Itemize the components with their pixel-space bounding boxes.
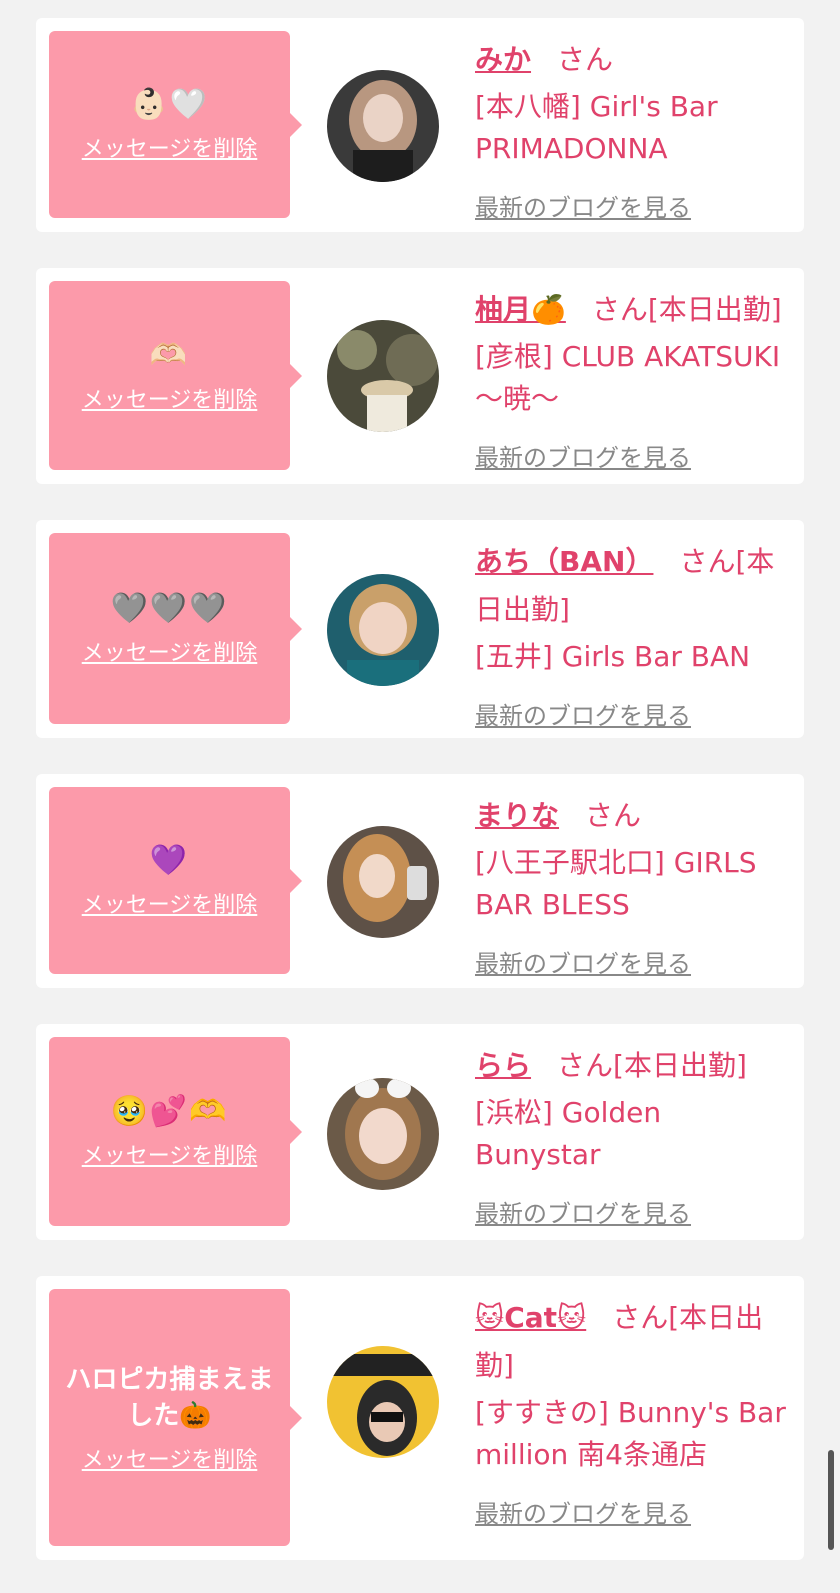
latest-blog-link[interactable]: 最新のブログを見る [475, 696, 691, 731]
cast-info: らら さん[本日出勤] [浜松] Golden Bunystar 最新のブログを見… [475, 1042, 795, 1229]
latest-blog-link[interactable]: 最新のブログを見る [475, 944, 691, 979]
cast-info: 🐱Cat🐱 さん[本日出勤] [すすきの] Bunny's Bar million… [475, 1294, 795, 1529]
honorific: さん[本日出勤] [591, 293, 782, 326]
name-line: 柚月🍊 さん[本日出勤] [475, 286, 795, 334]
avatar[interactable] [327, 1346, 439, 1458]
shop-name: [五井] Girls Bar BAN [475, 640, 751, 673]
name-line: みか さん [475, 36, 795, 84]
cast-info: 柚月🍊 さん[本日出勤] [彦根] CLUB AKATSUKI 〜暁〜 最新のブロ… [475, 286, 795, 473]
cast-name-link[interactable]: 柚月🍊 [475, 293, 566, 326]
cast-name-link[interactable]: みか [475, 43, 531, 76]
delete-message-link[interactable]: メッセージを削除 [82, 131, 258, 163]
name-line: 🐱Cat🐱 さん[本日出勤] [475, 1294, 795, 1390]
message-bubble: 🫶🏻 メッセージを削除 [49, 281, 302, 470]
message-card: 🩶🩶🩶 メッセージを削除 あち（BAN） さん[本日出勤] [五井] Girls … [36, 520, 804, 738]
name-line: まりな さん [475, 792, 795, 840]
cast-name-link[interactable]: 🐱Cat🐱 [475, 1301, 586, 1334]
name-line: らら さん[本日出勤] [475, 1042, 795, 1090]
cast-name-link[interactable]: あち（BAN） [475, 545, 653, 578]
honorific: さん [585, 799, 642, 832]
message-card: 🫶🏻 メッセージを削除 柚月🍊 さん[本日出勤] [彦根] CLUB AKATSU… [36, 268, 804, 484]
cast-info: あち（BAN） さん[本日出勤] [五井] Girls Bar BAN 最新のブロ… [475, 538, 795, 731]
shop-name: [本八幡] Girl's Bar PRIMADONNA [475, 90, 718, 165]
shop-name: [すすきの] Bunny's Bar million 南4条通店 [475, 1396, 786, 1471]
avatar[interactable] [327, 574, 439, 686]
latest-blog-link[interactable]: 最新のブログを見る [475, 1194, 691, 1229]
avatar[interactable] [327, 826, 439, 938]
latest-blog-link[interactable]: 最新のブログを見る [475, 1494, 691, 1529]
message-text: 👶🏻🤍 [130, 86, 209, 122]
latest-blog-link[interactable]: 最新のブログを見る [475, 438, 691, 473]
cast-info: まりな さん [八王子駅北口] GIRLS BAR BLESS 最新のブログを見る [475, 792, 795, 979]
delete-message-link[interactable]: メッセージを削除 [82, 1138, 258, 1170]
shop-name: [彦根] CLUB AKATSUKI 〜暁〜 [475, 340, 781, 415]
shop-name: [浜松] Golden Bunystar [475, 1096, 662, 1171]
cast-info: みか さん [本八幡] Girl's Bar PRIMADONNA 最新のブログを… [475, 36, 795, 223]
delete-message-link[interactable]: メッセージを削除 [82, 1442, 258, 1474]
avatar[interactable] [327, 70, 439, 182]
message-bubble: ハロピカ捕まえました🎃 メッセージを削除 [49, 1289, 302, 1546]
message-bubble: 💜 メッセージを削除 [49, 787, 302, 974]
honorific: さん [557, 43, 614, 76]
shop-name: [八王子駅北口] GIRLS BAR BLESS [475, 846, 757, 921]
delete-message-link[interactable]: メッセージを削除 [82, 887, 258, 919]
message-card: ハロピカ捕まえました🎃 メッセージを削除 🐱Cat🐱 さん[本日出勤] [すすきの… [36, 1276, 804, 1560]
scrollbar[interactable] [828, 1450, 834, 1550]
message-bubble: 👶🏻🤍 メッセージを削除 [49, 31, 302, 218]
honorific: さん[本日出勤] [557, 1049, 747, 1082]
message-text: 🥹💕🫶 [110, 1093, 229, 1129]
message-bubble: 🩶🩶🩶 メッセージを削除 [49, 533, 302, 724]
latest-blog-link[interactable]: 最新のブログを見る [475, 188, 691, 223]
name-line: あち（BAN） さん[本日出勤] [475, 538, 795, 634]
delete-message-link[interactable]: メッセージを削除 [82, 382, 258, 414]
message-card: 🥹💕🫶 メッセージを削除 らら さん[本日出勤] [浜松] Golden Buny… [36, 1024, 804, 1240]
avatar[interactable] [327, 320, 439, 432]
message-text: 🩶🩶🩶 [110, 590, 229, 626]
cast-name-link[interactable]: らら [475, 1049, 531, 1082]
cast-name-link[interactable]: まりな [475, 799, 559, 832]
delete-message-link[interactable]: メッセージを削除 [82, 635, 258, 667]
message-text: ハロピカ捕まえました🎃 [65, 1364, 274, 1431]
message-card: 👶🏻🤍 メッセージを削除 みか さん [本八幡] Girl's Bar PRIMA… [36, 18, 804, 232]
avatar[interactable] [327, 1078, 439, 1190]
message-bubble: 🥹💕🫶 メッセージを削除 [49, 1037, 302, 1226]
message-text: 🫶🏻 [149, 337, 190, 373]
message-text: 💜 [149, 842, 190, 878]
message-card: 💜 メッセージを削除 まりな さん [八王子駅北口] GIRLS BAR BLES… [36, 774, 804, 988]
